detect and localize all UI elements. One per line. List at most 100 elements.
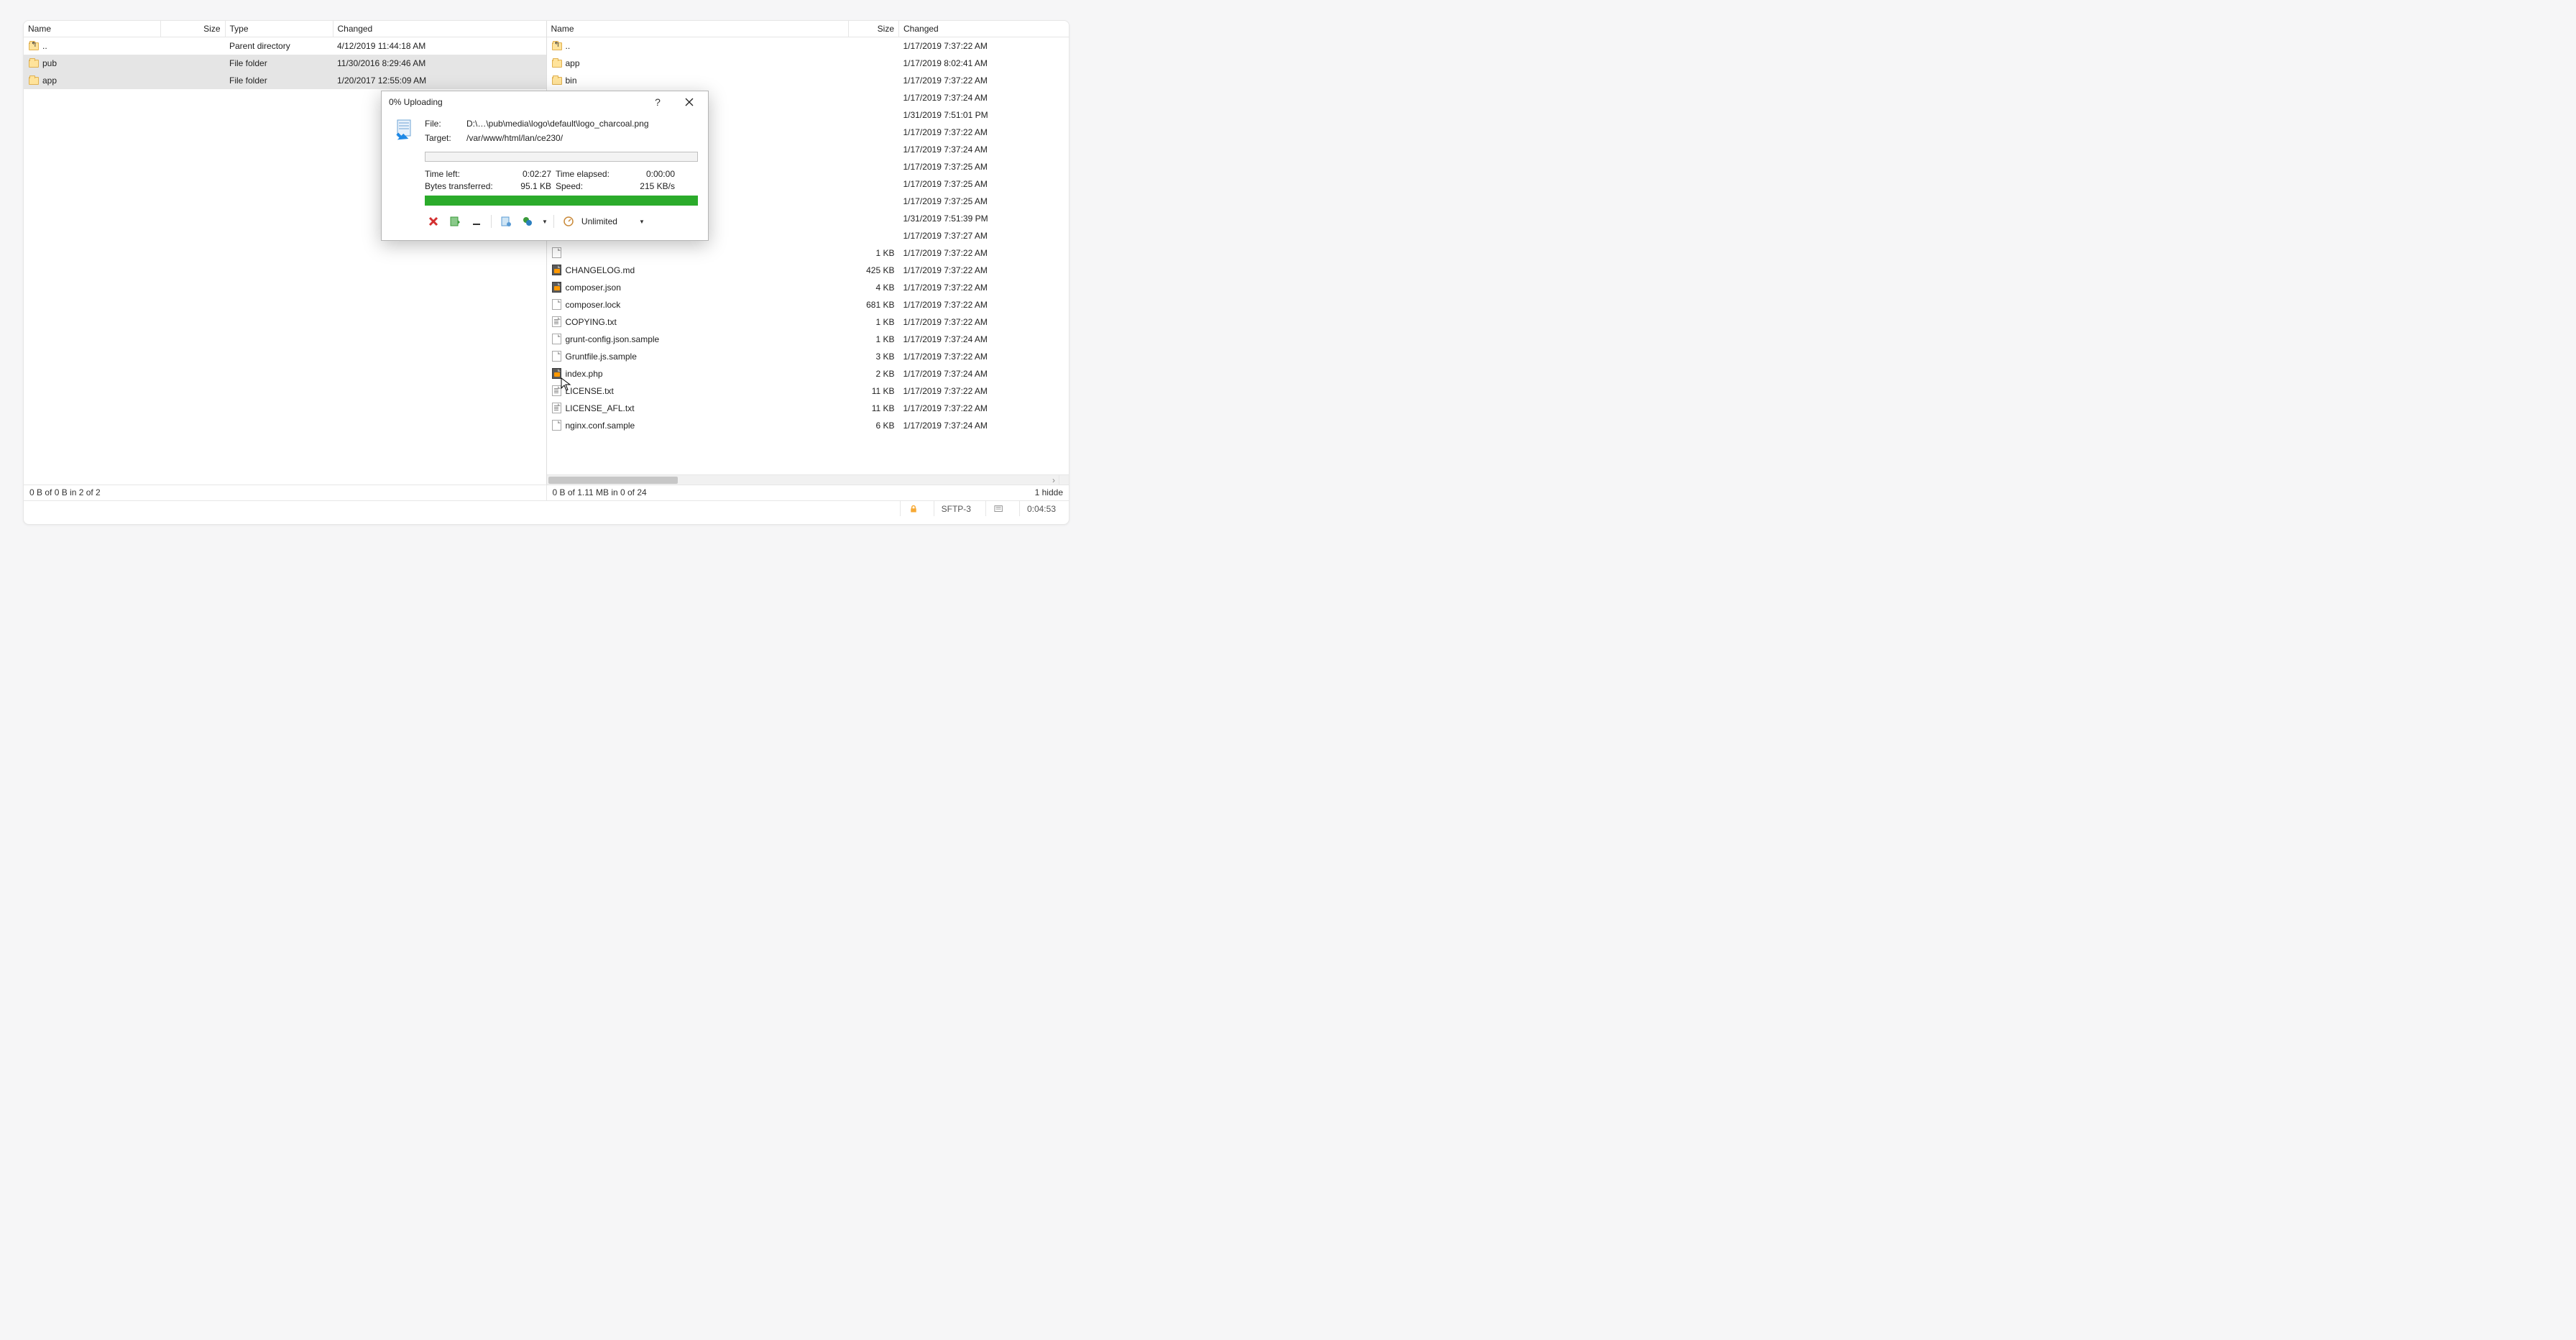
table-row[interactable]: appFile folder1/20/2017 12:55:09 AM [24, 72, 546, 89]
time-elapsed-value: 0:00:00 [632, 169, 675, 179]
table-row[interactable]: composer.lock681 KB1/17/2019 7:37:22 AM [547, 296, 1070, 313]
dialog-title: 0% Uploading [389, 97, 443, 107]
file-changed: 1/17/2019 7:37:22 AM [899, 382, 1070, 400]
table-row[interactable]: Gruntfile.js.sample3 KB1/17/2019 7:37:22… [547, 348, 1070, 365]
remote-status-bar: 0 B of 1.11 MB in 0 of 24 1 hidde [547, 485, 1070, 500]
col-changed[interactable]: Changed [899, 21, 1070, 37]
file-name: grunt-config.json.sample [566, 334, 660, 344]
file-name: LICENSE.txt [566, 386, 614, 396]
file-name: CHANGELOG.md [566, 265, 635, 275]
file-changed: 1/17/2019 7:37:25 AM [899, 175, 1070, 193]
parent-folder-icon [28, 40, 40, 52]
folder-icon [551, 75, 563, 86]
queue-icon [449, 216, 461, 227]
table-row[interactable]: 1 KB1/17/2019 7:37:22 AM [547, 244, 1070, 262]
speed-limit-label[interactable]: Unlimited [581, 216, 617, 226]
minimize-button[interactable] [468, 213, 485, 230]
help-button[interactable]: ? [642, 91, 673, 113]
file-changed: 1/17/2019 7:37:24 AM [899, 89, 1070, 106]
folder-icon [28, 58, 40, 69]
file-changed: 1/17/2019 7:37:24 AM [899, 417, 1070, 434]
time-left-value: 0:02:27 [508, 169, 551, 179]
col-name[interactable]: Name [24, 21, 160, 37]
file-name: nginx.conf.sample [566, 421, 635, 431]
file-changed: 1/17/2019 7:37:22 AM [899, 262, 1070, 279]
table-row[interactable]: ..1/17/2019 7:37:22 AM [547, 37, 1070, 55]
file-size [160, 55, 225, 72]
table-row[interactable]: grunt-config.json.sample 1 KB1/17/2019 7:… [547, 331, 1070, 348]
col-type[interactable]: Type [225, 21, 333, 37]
local-file-table[interactable]: Name Size Type Changed ..Parent director… [24, 21, 546, 89]
cancel-transfer-button[interactable] [425, 213, 442, 230]
file-size: 1 KB [849, 331, 899, 348]
col-name[interactable]: Name [547, 21, 849, 37]
col-changed[interactable]: Changed [333, 21, 546, 37]
table-row[interactable]: ..Parent directory4/12/2019 11:44:18 AM [24, 37, 546, 55]
file-name: .. [42, 41, 47, 51]
dropdown-icon[interactable]: ▼ [542, 219, 548, 225]
file-changed: 1/17/2019 7:37:24 AM [899, 331, 1070, 348]
table-row[interactable]: index.php2 KB1/17/2019 7:37:24 AM [547, 365, 1070, 382]
upload-dialog: 0% Uploading ? File: D:\…\pub\media\logo… [381, 91, 709, 241]
table-row[interactable]: composer.json4 KB1/17/2019 7:37:22 AM [547, 279, 1070, 296]
file-size: 4 KB [849, 279, 899, 296]
local-status-text: 0 B of 0 B in 2 of 2 [29, 487, 101, 498]
file-size: 6 KB [849, 417, 899, 434]
target-label: Target: [425, 133, 466, 145]
table-row[interactable]: LICENSE.txt11 KB1/17/2019 7:37:22 AM [547, 382, 1070, 400]
speed-limit-button[interactable] [560, 213, 577, 230]
table-row[interactable]: COPYING.txt1 KB1/17/2019 7:37:22 AM [547, 313, 1070, 331]
table-row[interactable]: LICENSE_AFL.txt11 KB1/17/2019 7:37:22 AM [547, 400, 1070, 417]
file-type: File folder [225, 72, 333, 89]
table-row[interactable]: pubFile folder11/30/2016 8:29:46 AM [24, 55, 546, 72]
file-name: composer.lock [566, 300, 621, 310]
skip-button[interactable] [497, 213, 515, 230]
log-icon[interactable] [993, 503, 1005, 515]
speed-dropdown-icon[interactable]: ▼ [639, 219, 645, 225]
col-size[interactable]: Size [849, 21, 899, 37]
file-changed: 4/12/2019 11:44:18 AM [333, 37, 546, 55]
file-name: LICENSE_AFL.txt [566, 403, 635, 413]
file-changed: 1/17/2019 7:37:22 AM [899, 313, 1070, 331]
remote-status-text: 0 B of 1.11 MB in 0 of 24 [553, 487, 647, 498]
disconnect-when-done-button[interactable] [519, 213, 536, 230]
code-file-icon [551, 282, 563, 293]
file-size: 3 KB [849, 348, 899, 365]
file-name: COPYING.txt [566, 317, 617, 327]
file-size [849, 158, 899, 175]
scrollbar-thumb[interactable] [548, 477, 678, 484]
file-changed: 1/17/2019 7:37:27 AM [899, 227, 1070, 244]
text-file-icon [551, 403, 563, 414]
transfer-icon [392, 119, 418, 144]
scroll-right-icon[interactable]: › [1049, 475, 1059, 485]
parent-folder-icon [551, 40, 563, 52]
close-button[interactable] [673, 91, 705, 113]
speed-value: 215 KB/s [632, 181, 675, 191]
session-time: 0:04:53 [1019, 501, 1063, 516]
overall-progress-bar [425, 196, 698, 206]
file-icon [551, 420, 563, 431]
file-name: .. [566, 41, 571, 51]
file-size [849, 175, 899, 193]
time-left-label: Time left: [425, 169, 504, 179]
table-row[interactable]: nginx.conf.sample 6 KB1/17/2019 7:37:24 A… [547, 417, 1070, 434]
file-name: pub [42, 58, 57, 68]
col-size[interactable]: Size [160, 21, 225, 37]
file-size [849, 106, 899, 124]
table-row[interactable]: app1/17/2019 8:02:41 AM [547, 55, 1070, 72]
file-size [160, 37, 225, 55]
table-row[interactable]: bin1/17/2019 7:37:22 AM [547, 72, 1070, 89]
move-background-button[interactable] [446, 213, 464, 230]
file-size [849, 72, 899, 89]
file-size [849, 89, 899, 106]
file-changed: 1/17/2019 7:37:22 AM [899, 348, 1070, 365]
file-size: 2 KB [849, 365, 899, 382]
file-size [849, 141, 899, 158]
file-size [849, 210, 899, 227]
file-icon [551, 351, 563, 362]
file-icon [551, 334, 563, 345]
dialog-titlebar[interactable]: 0% Uploading ? [382, 91, 708, 113]
table-row[interactable]: CHANGELOG.md425 KB1/17/2019 7:37:22 AM [547, 262, 1070, 279]
file-changed: 1/17/2019 8:02:41 AM [899, 55, 1070, 72]
horizontal-scrollbar[interactable]: › [547, 474, 1059, 485]
